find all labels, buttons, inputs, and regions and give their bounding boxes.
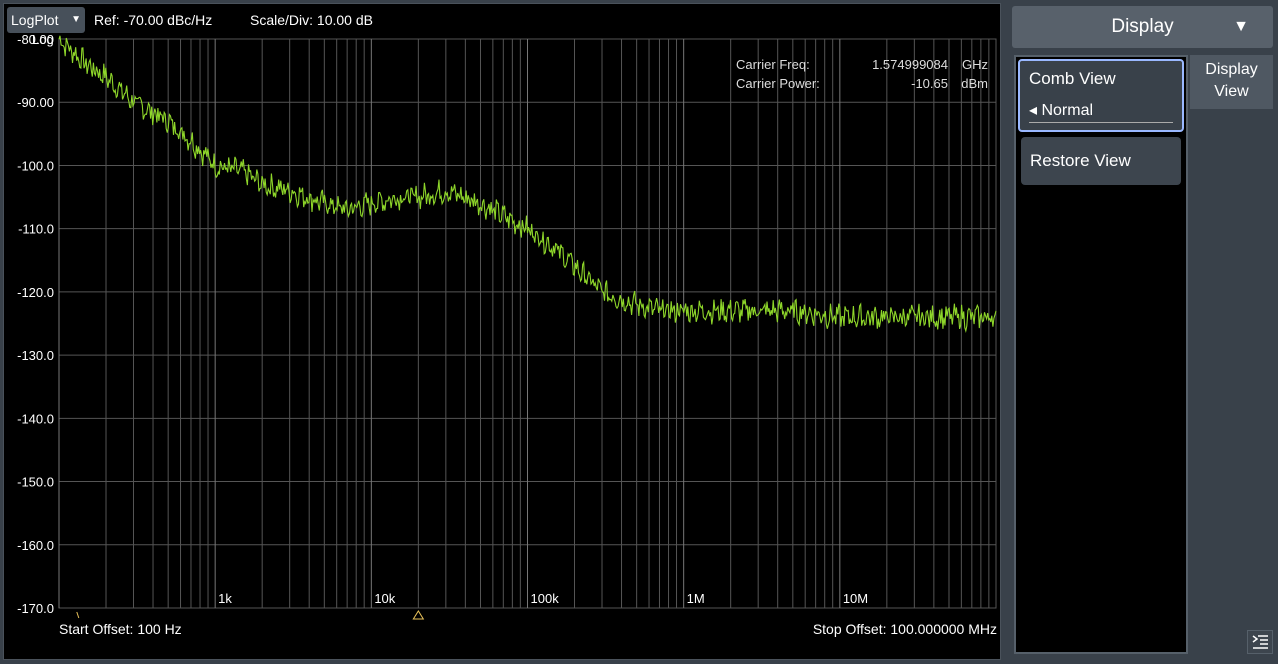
carrier-freq-unit: GHz [962, 57, 988, 72]
carrier-freq-label: Carrier Freq: [736, 57, 810, 72]
y-tick-label: -110.0 [18, 222, 54, 237]
menu-lines-icon [1252, 635, 1268, 649]
stop-offset-text: Stop Offset: 100.000000 MHz [812, 621, 997, 637]
carrier-power-unit: dBm [961, 76, 988, 91]
phase-noise-chart: Log-80.00-90.00-100.0-110.0-120.0-130.0-… [17, 32, 997, 620]
y-tick-label: -170.0 [17, 601, 54, 616]
comb-view-value: ◂ Normal [1029, 102, 1094, 119]
y-tick-label: -140.0 [17, 411, 54, 426]
carrier-freq-row: Carrier Freq: 1.574999084 GHz [736, 57, 992, 76]
display-menu-label: Display [1111, 16, 1174, 37]
x-axis-ticks: 1k 10k 100k 1M 10M [218, 591, 868, 606]
y-tick-label: -100.0 [17, 158, 54, 173]
marker-layer [76, 610, 425, 620]
carrier-freq-value: 1.574999084 [872, 57, 948, 72]
carrier-power-value: -10.65 [911, 76, 948, 91]
y-tick-label: -80.00 [17, 32, 54, 47]
x-tick-label: 1M [687, 591, 705, 606]
carrier-power-label: Carrier Power: [736, 76, 820, 91]
carrier-power-row: Carrier Power: -10.65 dBm [736, 76, 992, 95]
x-tick-label: 1k [218, 591, 232, 606]
y-tick-label: -120.0 [17, 285, 54, 300]
comb-view-title: Comb View [1029, 69, 1116, 88]
x-tick-label: 10M [843, 591, 868, 606]
menu-toggle-button[interactable] [1247, 630, 1273, 654]
tab-display-view[interactable]: Display View [1190, 55, 1273, 109]
y-tick-label: -130.0 [17, 348, 54, 363]
comb-view-underline [1029, 122, 1173, 123]
restore-view-button[interactable]: Restore View [1021, 137, 1181, 185]
tab-display-view-line1: Display [1205, 61, 1258, 78]
y-tick-label: -160.0 [17, 538, 54, 553]
start-offset-text: Start Offset: 100 Hz [59, 621, 182, 637]
marker-triangle-icon [412, 610, 425, 620]
marker-tick-icon [76, 611, 80, 619]
y-tick-label: -150.0 [17, 475, 54, 490]
y-tick-label: -90.00 [17, 95, 54, 110]
y-axis-ticks: Log-80.00-90.00-100.0-110.0-120.0-130.0-… [17, 32, 54, 616]
plot-panel: LogPlot ▼ Ref: -70.00 dBc/Hz Scale/Div: … [3, 3, 1001, 660]
x-tick-label: 100k [531, 591, 560, 606]
carrier-info: Carrier Freq: 1.574999084 GHz Carrier Po… [736, 57, 992, 95]
chevron-down-icon: ▼ [1233, 18, 1249, 35]
x-tick-label: 10k [374, 591, 395, 606]
tab-display-view-line2: View [1214, 83, 1249, 100]
display-menu-dropdown[interactable]: Display ▼ [1012, 6, 1273, 48]
comb-view-button[interactable]: Comb View ◂ Normal [1018, 59, 1184, 132]
